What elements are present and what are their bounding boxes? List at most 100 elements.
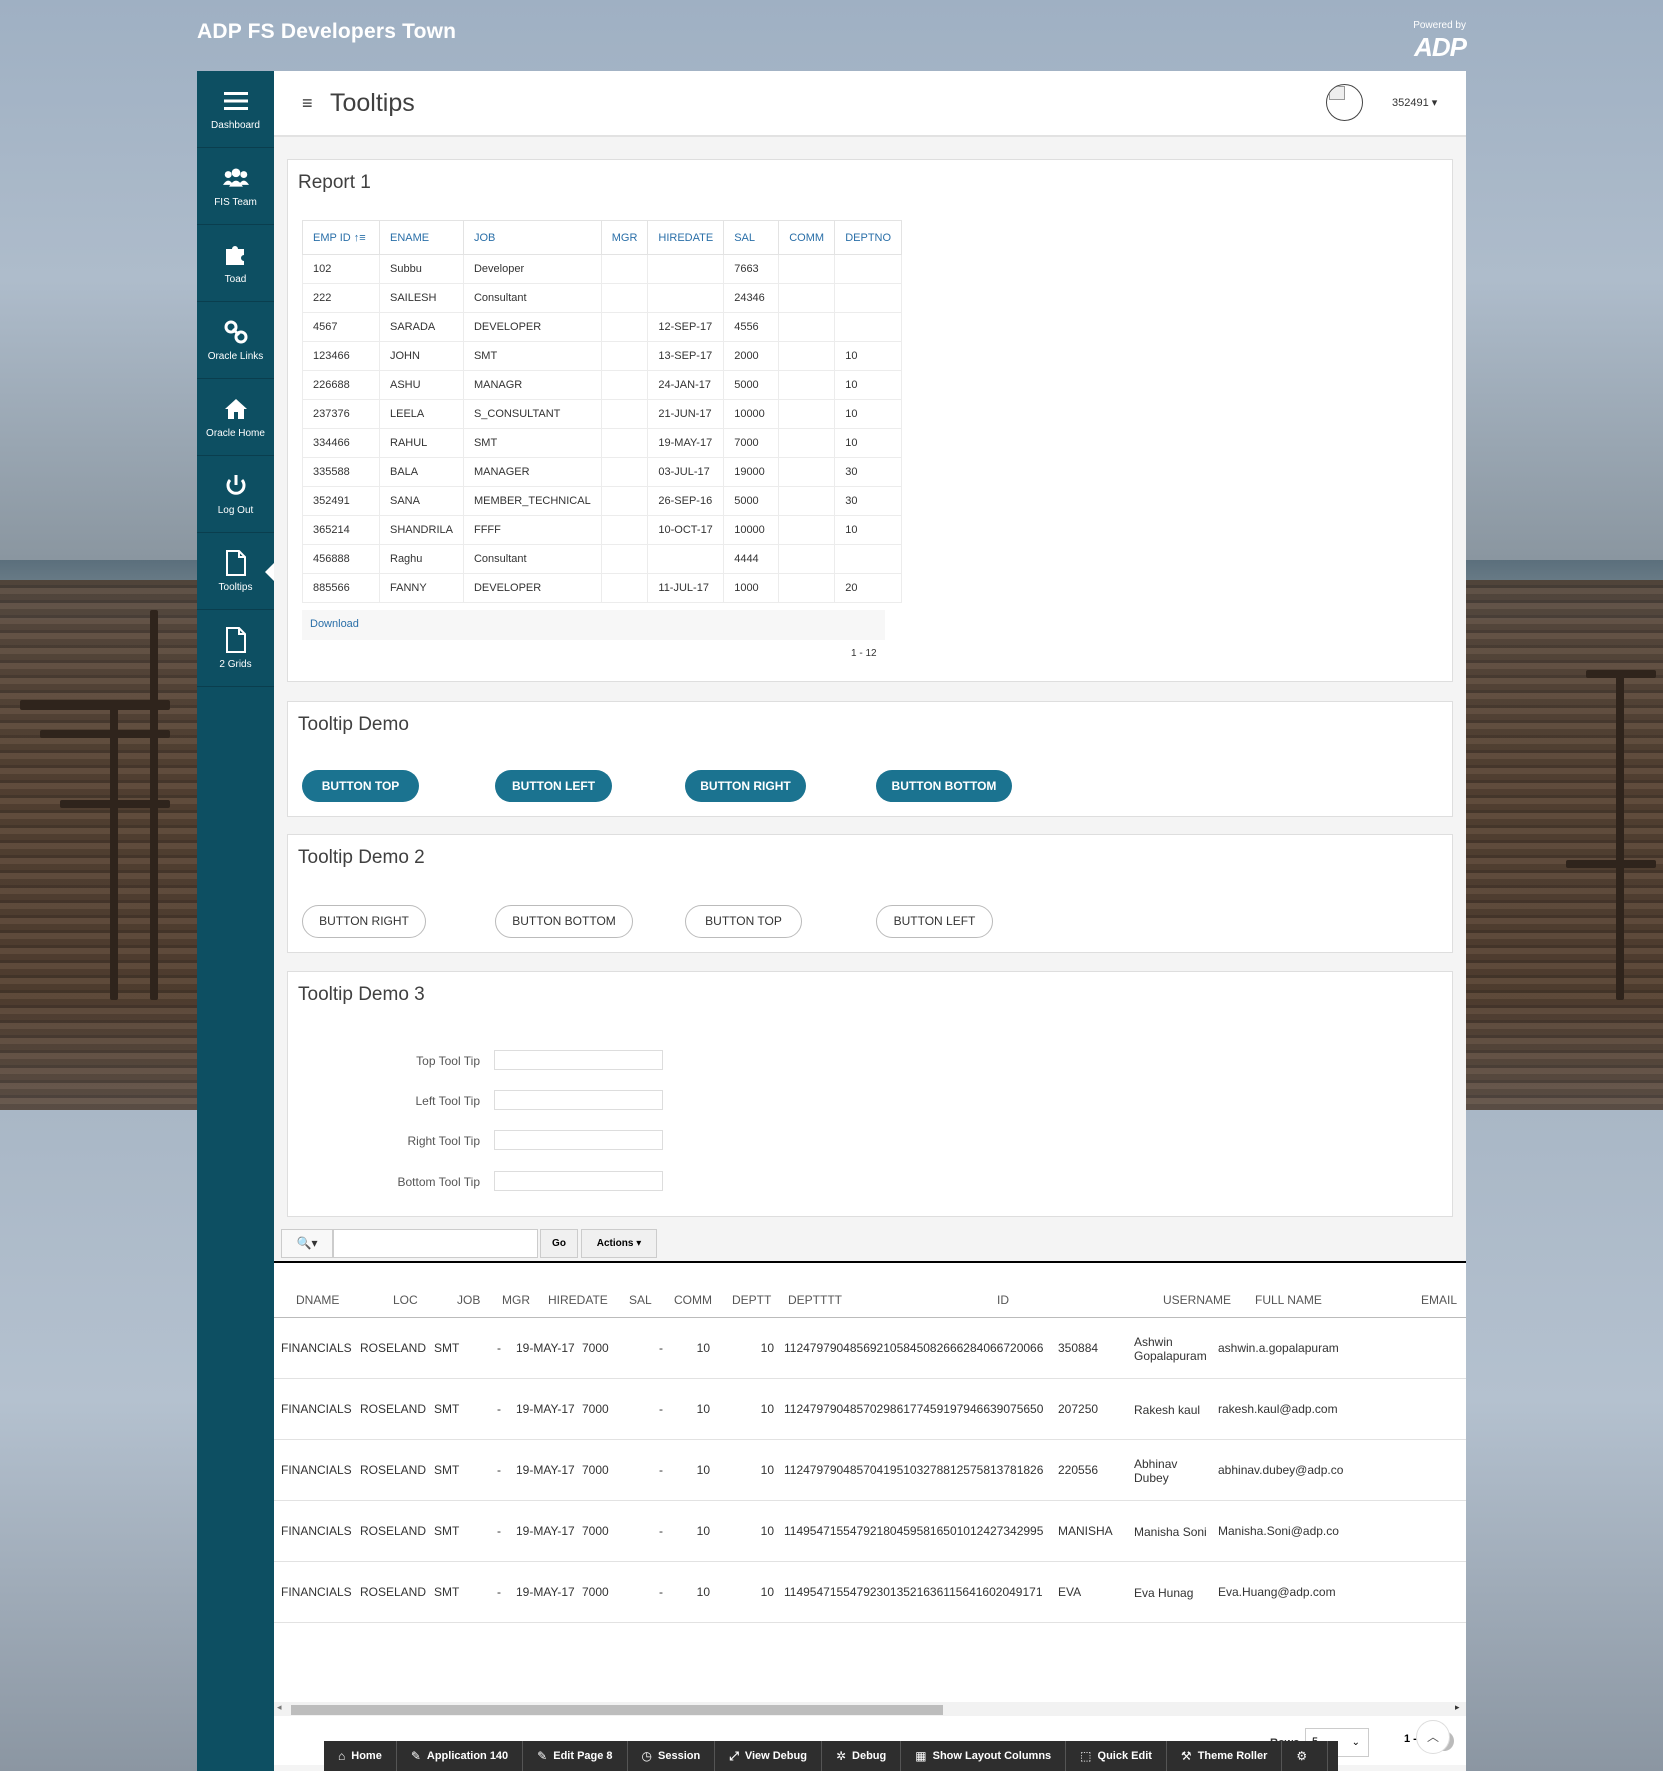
table-cell: 10000 [723, 515, 780, 545]
sidebar-item-log-out[interactable]: Log Out [197, 456, 274, 533]
button-top[interactable]: BUTTON TOP [302, 770, 419, 802]
table-cell: 114954715547921804595816501012427342995 [784, 1524, 1044, 1538]
devbar-item[interactable]: ✲ Debug [822, 1741, 902, 1771]
sidebar-item-fis-team[interactable]: FIS Team [197, 148, 274, 225]
devbar-item[interactable]: ⚙ [1282, 1741, 1329, 1771]
button-left[interactable]: BUTTON LEFT [876, 905, 993, 938]
column-header[interactable]: DEPTNO [834, 220, 903, 255]
devbar-item[interactable]: ✎ Edit Page 8 [523, 1741, 628, 1771]
table-cell [600, 544, 649, 574]
bottom-tooltip-input[interactable] [494, 1171, 663, 1191]
column-header[interactable]: EMAIL [1421, 1293, 1457, 1307]
column-header[interactable]: DEPTTTT [788, 1293, 842, 1307]
table-cell: Eva Hunag [1134, 1586, 1194, 1600]
table-cell: SMT [434, 1585, 460, 1599]
puzzle-icon [223, 242, 249, 268]
sidebar-item-toad[interactable]: Toad [197, 225, 274, 302]
devbar-item[interactable]: ◷ Session [628, 1741, 716, 1771]
table-cell [778, 457, 836, 487]
column-header[interactable]: ID [997, 1293, 1009, 1307]
table-cell: Raghu [379, 544, 464, 574]
sidebar-item-label: Toad [224, 273, 247, 285]
scrollbar-thumb[interactable] [291, 1705, 943, 1715]
search-input[interactable] [333, 1229, 538, 1258]
column-header[interactable]: JOB [462, 220, 602, 255]
column-header[interactable]: JOB [457, 1293, 480, 1307]
column-header[interactable]: SAL [629, 1293, 652, 1307]
devbar-label: Edit Page 8 [553, 1750, 613, 1762]
column-header[interactable]: DNAME [296, 1293, 339, 1307]
left-tooltip-input[interactable] [494, 1090, 663, 1110]
user-menu[interactable]: 352491 ▾ [1392, 96, 1437, 109]
horizontal-scrollbar[interactable]: ◂ ▸ [274, 1702, 1466, 1716]
region-title: Tooltip Demo 2 [298, 847, 425, 868]
sidebar-item-2-grids[interactable]: 2 Grids [197, 610, 274, 687]
table-row: 4567 SARADA DEVELOPER 12-SEP-17 4556 [302, 312, 903, 342]
chevron-down-icon: ⌄ [1351, 1737, 1360, 1748]
menu-toggle-icon[interactable]: ≡ [302, 93, 313, 114]
column-header[interactable]: USERNAME [1163, 1293, 1231, 1307]
sidebar-item-oracle-links[interactable]: Oracle Links [197, 302, 274, 379]
search-column-button[interactable]: 🔍▾ [281, 1229, 333, 1258]
column-header[interactable]: HIREDATE [647, 220, 725, 255]
column-header[interactable]: LOC [393, 1293, 418, 1307]
sidebar-item-label: Dashboard [211, 119, 260, 131]
table-cell: FINANCIALS [281, 1524, 352, 1538]
column-header[interactable]: HIREDATE [548, 1293, 608, 1307]
table-row: 237376 LEELA S_CONSULTANT 21-JUN-17 10000 10 [302, 399, 903, 429]
button-bottom[interactable]: BUTTON BOTTOM [495, 905, 633, 938]
adp-logo: ADP [1414, 32, 1467, 62]
sidebar-item-dashboard[interactable]: Dashboard [197, 71, 274, 148]
column-header[interactable]: COMM [674, 1293, 712, 1307]
devbar-item[interactable]: ✎ Application 140 [397, 1741, 524, 1771]
table-cell: 226688 [302, 370, 380, 400]
table-cell: 335588 [302, 457, 380, 487]
button-bottom[interactable]: BUTTON BOTTOM [876, 770, 1012, 802]
button-left[interactable]: BUTTON LEFT [495, 770, 612, 802]
actions-button[interactable]: Actions ▾ [581, 1229, 657, 1258]
table-row: 123466 JOHN SMT 13-SEP-17 2000 10 [302, 341, 903, 371]
devbar-item[interactable]: ⌂ Home [324, 1741, 397, 1771]
devbar-label: Debug [852, 1750, 887, 1762]
sidebar-item-tooltips[interactable]: Tooltips [197, 533, 274, 610]
devbar-item[interactable]: ⤢ View Debug [715, 1741, 822, 1771]
button-right[interactable]: BUTTON RIGHT [685, 770, 806, 802]
column-header[interactable]: ENAME [379, 220, 464, 255]
sidebar-item-oracle-home[interactable]: Oracle Home [197, 379, 274, 456]
report1-region: Report 1 EMP ID ↑≡ ENAME JOB MGR HIREDAT… [287, 159, 1453, 682]
column-header[interactable]: EMP ID ↑≡ [302, 220, 380, 255]
column-header[interactable]: SAL [723, 220, 780, 255]
column-header[interactable]: MGR [502, 1293, 530, 1307]
devbar-item[interactable]: ⚒ Theme Roller [1167, 1741, 1283, 1771]
table-cell: 4444 [723, 544, 780, 574]
download-link[interactable]: Download [310, 618, 359, 630]
top-tooltip-input[interactable] [494, 1050, 663, 1070]
devbar-label: Theme Roller [1197, 1750, 1268, 1762]
column-header[interactable]: MGR [600, 220, 649, 255]
region-title: Tooltip Demo 3 [298, 984, 425, 1005]
table-row: 226688 ASHU MANAGR 24-JAN-17 5000 10 [302, 370, 903, 400]
column-header[interactable]: FULL NAME [1255, 1293, 1322, 1307]
table-cell: ROSELAND [360, 1402, 427, 1416]
table-cell [600, 486, 649, 516]
sidebar-item-label: 2 Grids [219, 658, 252, 670]
report1-table: EMP ID ↑≡ ENAME JOB MGR HIREDATE SAL COM… [302, 220, 903, 603]
button-top[interactable]: BUTTON TOP [685, 905, 802, 938]
devbar-item[interactable]: ⬚ Quick Edit [1066, 1741, 1167, 1771]
column-header[interactable]: DEPTT [732, 1293, 771, 1307]
column-header[interactable]: COMM [778, 220, 836, 255]
devbar-item[interactable]: ▦ Show Layout Columns [901, 1741, 1067, 1771]
scroll-top-button[interactable]: ︿ [1416, 1720, 1450, 1754]
go-button[interactable]: Go [540, 1229, 578, 1258]
table-cell: 10 [696, 1402, 710, 1416]
avatar[interactable] [1326, 84, 1363, 121]
devbar-icon: ⬚ [1080, 1749, 1092, 1763]
table-cell: SMT [434, 1341, 460, 1355]
table-cell: 30 [834, 457, 903, 487]
button-right[interactable]: BUTTON RIGHT [302, 905, 426, 938]
table-cell: 12-SEP-17 [647, 312, 725, 342]
table-cell: 114954715547923013521636115641602049171 [784, 1585, 1043, 1599]
right-tooltip-input[interactable] [494, 1130, 663, 1150]
table-cell: 19000 [723, 457, 780, 487]
table-cell: 112479790485702986177459197946639075650 [784, 1402, 1044, 1416]
